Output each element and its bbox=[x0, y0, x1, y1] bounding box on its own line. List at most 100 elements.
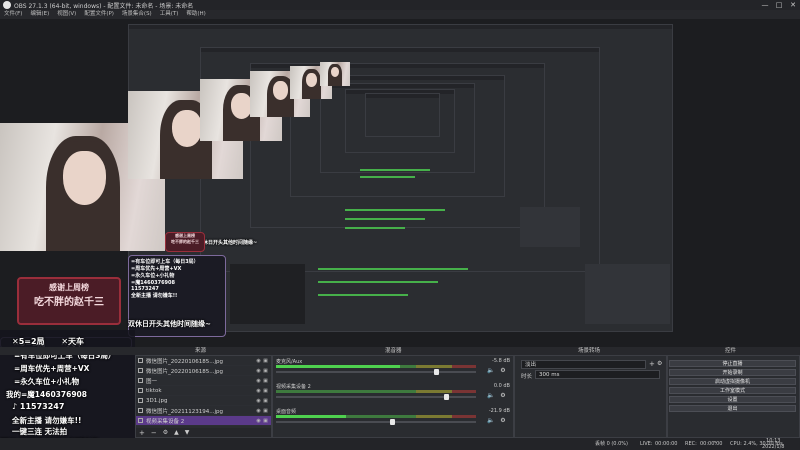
eye-icon[interactable]: ◉ bbox=[255, 388, 262, 394]
move-down-icon[interactable]: ▼ bbox=[182, 429, 193, 436]
stop-streaming-button[interactable]: 停止直播 bbox=[669, 360, 796, 367]
channel-db: -21.9 dB bbox=[488, 408, 510, 414]
dropped-frames: 丢帧 0 (0.0%) bbox=[595, 441, 628, 447]
speaker-icon[interactable]: 🔈 bbox=[487, 367, 495, 375]
start-recording-button[interactable]: 开始录制 bbox=[669, 369, 796, 376]
webcam-feed-nested-5 bbox=[320, 62, 350, 86]
sources-panel: 微信图片_20220106185...jpg ◉ ▣ 微信图片_2022010618… bbox=[135, 355, 272, 438]
menu-scene-collection[interactable]: 场景集合(S) bbox=[118, 10, 156, 19]
gear-icon[interactable]: ⚙ bbox=[499, 392, 507, 400]
sources-list[interactable]: 微信图片_20220106185...jpg ◉ ▣ 微信图片_2022010618… bbox=[136, 356, 271, 426]
lock-icon[interactable]: ▣ bbox=[262, 378, 269, 384]
add-transition-icon[interactable]: + bbox=[649, 360, 655, 368]
mixer-channel: 视频采集设备 2 0.0 dB 🔈 ⚙ bbox=[273, 383, 513, 403]
eye-icon[interactable]: ◉ bbox=[255, 358, 262, 364]
image-icon bbox=[138, 408, 143, 413]
source-item[interactable]: 3D1.jpg ◉ ▣ bbox=[136, 396, 271, 406]
channel-name: 桌面音频 bbox=[276, 409, 297, 415]
transitions-dock-title: 场景转场 bbox=[578, 348, 601, 354]
fader-knob[interactable] bbox=[444, 394, 449, 400]
overlay-line2: =周车优先+周营+VX bbox=[14, 364, 90, 373]
volume-fader[interactable] bbox=[276, 421, 476, 423]
volume-meter-level bbox=[276, 365, 400, 368]
exit-button[interactable]: 退出 bbox=[669, 405, 796, 412]
speaker-icon[interactable]: 🔈 bbox=[487, 417, 495, 425]
lock-icon[interactable]: ▣ bbox=[262, 398, 269, 404]
lock-icon[interactable]: ▣ bbox=[262, 368, 269, 374]
lock-icon[interactable]: ▣ bbox=[262, 388, 269, 394]
remove-source-icon[interactable]: − bbox=[148, 429, 160, 437]
source-item[interactable]: 图一 ◉ ▣ bbox=[136, 376, 271, 386]
fader-knob[interactable] bbox=[390, 419, 395, 425]
settings-button[interactable]: 设置 bbox=[669, 396, 796, 403]
overlay-tiktok: ♪ 11573247 bbox=[12, 402, 65, 411]
audio-mixer-panel: 麦克风/Aux -5.8 dB 🔈 ⚙ 视频采集设备 2 0.0 dB 🔈 ⚙ … bbox=[272, 355, 514, 438]
channel-db: -5.8 dB bbox=[492, 358, 510, 364]
lock-icon[interactable]: ▣ bbox=[262, 418, 269, 424]
camera-icon bbox=[138, 418, 143, 423]
overlay-rule-text: ✕5=2局 ✕天车 bbox=[12, 337, 85, 346]
add-source-icon[interactable]: + bbox=[136, 429, 148, 437]
eye-icon[interactable]: ◉ bbox=[255, 368, 262, 374]
lock-icon[interactable]: ▣ bbox=[262, 408, 269, 414]
thanks-box-nested: 感谢上周榜 吃不胖的赵千三 bbox=[165, 232, 205, 252]
menu-profile[interactable]: 配置文件(P) bbox=[80, 10, 118, 19]
gear-icon[interactable]: ⚙ bbox=[499, 367, 507, 375]
image-icon bbox=[138, 378, 143, 383]
sources-toolbar: + − ⚙ ▲ ▼ bbox=[136, 428, 271, 437]
eye-icon[interactable]: ◉ bbox=[255, 378, 262, 384]
dock-title-row: 来源 混音器 场景转场 控件 bbox=[0, 347, 800, 355]
eye-icon[interactable]: ◉ bbox=[255, 408, 262, 414]
fader-knob[interactable] bbox=[434, 369, 439, 375]
volume-meter bbox=[276, 390, 476, 393]
lock-icon[interactable]: ▣ bbox=[262, 358, 269, 364]
move-up-icon[interactable]: ▲ bbox=[171, 429, 182, 436]
sources-dock-title: 来源 bbox=[195, 348, 207, 354]
source-item[interactable]: 微信图片_20211123194...jpg ◉ ▣ bbox=[136, 406, 271, 416]
menu-tools[interactable]: 工具(T) bbox=[156, 10, 183, 19]
gear-icon[interactable]: ⚙ bbox=[499, 417, 507, 425]
menu-help[interactable]: 帮助(H) bbox=[182, 10, 209, 19]
eye-icon[interactable]: ◉ bbox=[255, 418, 262, 424]
image-icon bbox=[138, 368, 143, 373]
mixer-channel: 麦克风/Aux -5.8 dB 🔈 ⚙ bbox=[273, 358, 513, 378]
menu-file[interactable]: 文件(F) bbox=[0, 10, 26, 19]
close-button[interactable]: ✕ bbox=[786, 0, 800, 10]
nested-window-7 bbox=[365, 93, 440, 137]
live-label: LIVE: bbox=[640, 441, 653, 447]
nested-schedule-text: 双休日开头其他时间随缘~ bbox=[128, 320, 211, 328]
maximize-button[interactable]: □ bbox=[772, 0, 786, 10]
volume-fader[interactable] bbox=[276, 371, 476, 373]
eye-icon[interactable]: ◉ bbox=[255, 398, 262, 404]
status-bar: 丢帧 0 (0.0%) LIVE: 00:00:00 REC: 00:00:00… bbox=[0, 438, 800, 450]
chevron-up-icon[interactable]: ⌃ bbox=[712, 438, 718, 450]
scene-transitions-panel: 淡出 + ⚙ 时长 300 ms bbox=[514, 355, 667, 438]
studio-mode-button[interactable]: 工作室模式 bbox=[669, 387, 796, 394]
volume-meter-level bbox=[276, 415, 346, 418]
transition-select[interactable]: 淡出 bbox=[521, 360, 646, 369]
overlay-wechat: 我的=魔1460376908 bbox=[6, 390, 87, 399]
source-item-selected[interactable]: 视频采集设备 2 ◉ ▣ bbox=[136, 416, 271, 426]
nested-schedule-text-2: 双休日开头其他时间随缘~ bbox=[198, 240, 258, 246]
gear-icon[interactable]: ⚙ bbox=[160, 429, 171, 436]
duration-input[interactable]: 300 ms bbox=[535, 370, 660, 379]
mixer-channel: 桌面音频 -21.9 dB 🔈 ⚙ bbox=[273, 408, 513, 428]
menu-edit[interactable]: 编辑(E) bbox=[26, 10, 53, 19]
menu-view[interactable]: 视图(V) bbox=[53, 10, 80, 19]
gear-icon[interactable]: ⚙ bbox=[657, 360, 662, 367]
mixer-dock-title: 混音器 bbox=[385, 348, 402, 354]
overlay-notice1: 全新主播 请勿嫌车!! bbox=[12, 416, 82, 425]
source-item[interactable]: tiktok ◉ ▣ bbox=[136, 386, 271, 396]
speaker-icon[interactable]: 🔈 bbox=[487, 392, 495, 400]
title-bar: OBS 27.1.3 (64-bit, windows) - 配置文件: 未命名… bbox=[0, 0, 800, 10]
start-virtual-camera-button[interactable]: 启动虚拟摄像机 bbox=[669, 378, 796, 385]
overlay-line3: =永久车位+小礼物 bbox=[14, 377, 80, 386]
live-time: 00:00:00 bbox=[655, 441, 678, 447]
preview-canvas[interactable]: =有车位即可上车（每日3局） =周车优先+周营+VX =永久车位+小礼物 =魔1… bbox=[0, 19, 800, 347]
minimize-button[interactable]: — bbox=[758, 0, 772, 10]
source-item[interactable]: 微信图片_20220106185...jpg ◉ ▣ bbox=[136, 356, 271, 366]
tiktok-icon: ♪ bbox=[12, 402, 18, 411]
source-item[interactable]: 微信图片_20220106185...jpg ◉ ▣ bbox=[136, 366, 271, 376]
menu-bar: 文件(F) 编辑(E) 视图(V) 配置文件(P) 场景集合(S) 工具(T) … bbox=[0, 10, 800, 19]
thanks-box: 感谢上周榜 吃不胖的赵千三 bbox=[17, 277, 121, 325]
